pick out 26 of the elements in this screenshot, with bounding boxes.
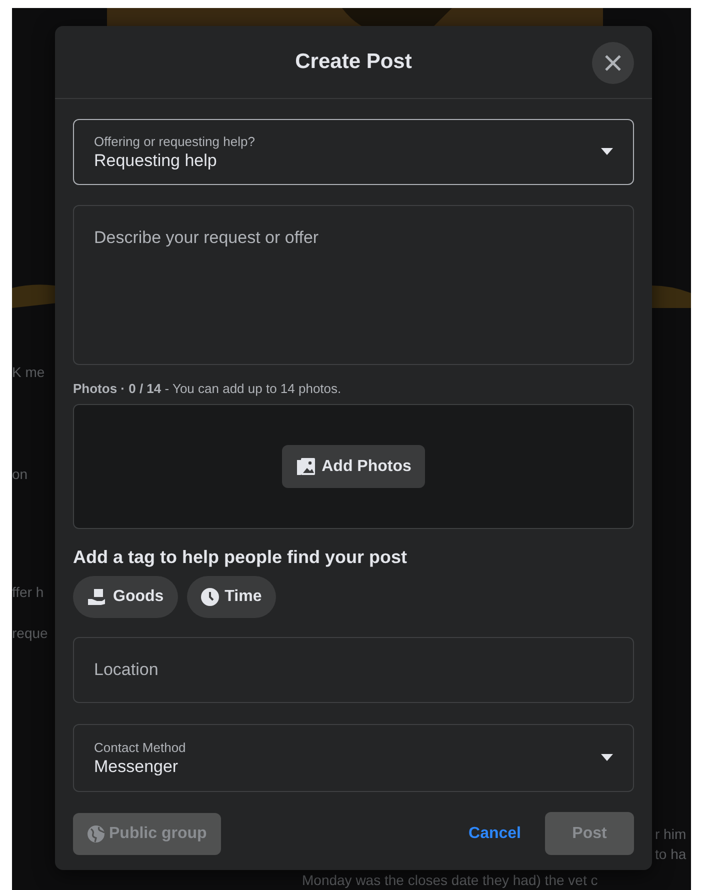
background-text: on [12, 466, 28, 482]
caret-icon [601, 148, 613, 156]
photos-label: Photos · 0 / 14 - You can add up to 14 photos. [73, 381, 342, 396]
close-icon [603, 53, 623, 73]
clock-icon [200, 588, 219, 606]
description-field[interactable]: Describe your request or offer [73, 205, 634, 365]
background-text: Monday was the closes date they had) the vet c [302, 872, 598, 888]
tags-heading: Add a tag to help people find your post [73, 547, 408, 568]
cancel-link[interactable]: Cancel [468, 824, 521, 842]
contact-method-select[interactable]: Contact Method Messenger [73, 724, 634, 792]
background-text: to ha [655, 846, 686, 862]
tag-chip[interactable]: Goods [73, 576, 178, 618]
help-type-select[interactable]: Offering or requesting help? Requesting help [73, 119, 634, 185]
hand-box-icon [87, 588, 107, 606]
photo-icon [296, 456, 316, 476]
caret-icon [601, 754, 613, 762]
background-text: reque [12, 625, 48, 641]
tag-chip[interactable]: Time [186, 576, 276, 618]
add-photos-button[interactable]: Add Photos [282, 445, 426, 488]
dialog-title: Create Post [295, 50, 412, 74]
background-text: r him [655, 826, 686, 842]
background-text: K me [12, 364, 45, 380]
close-button[interactable] [592, 42, 634, 84]
globe-icon [87, 824, 105, 842]
background-text: ffer h [12, 584, 44, 600]
location-field[interactable]: Location [73, 637, 634, 703]
